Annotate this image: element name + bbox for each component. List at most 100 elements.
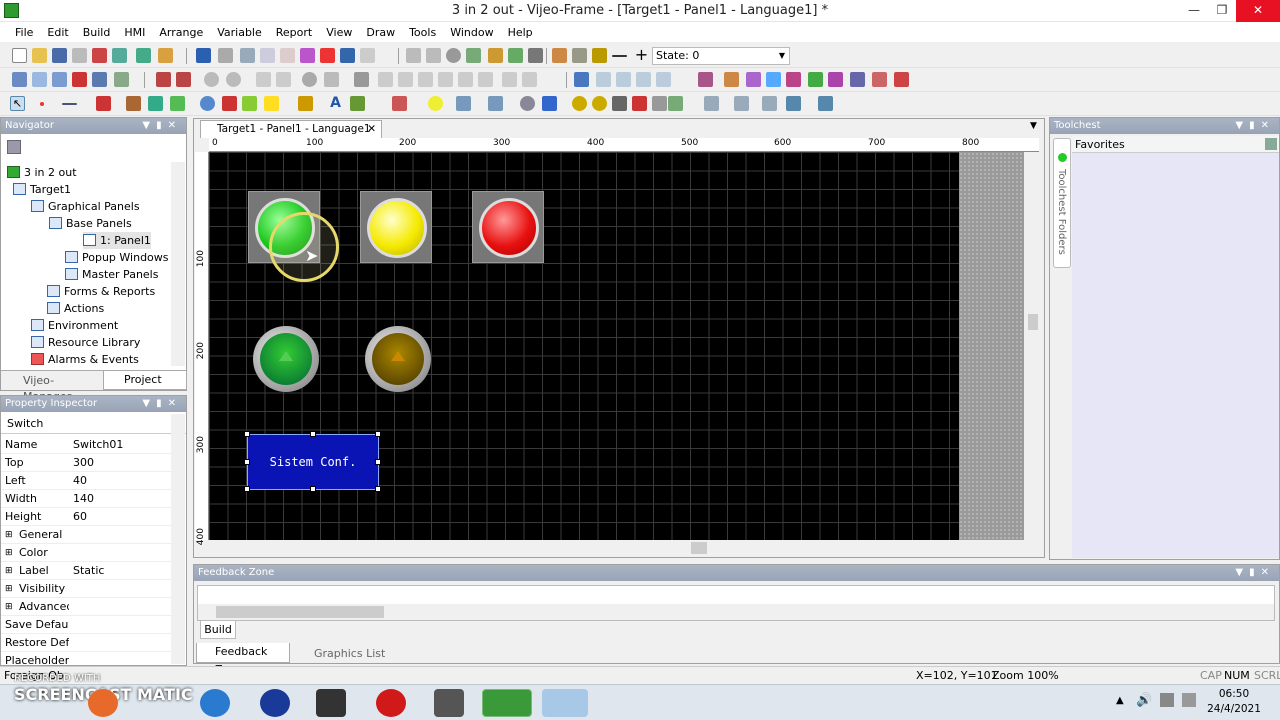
text-icon[interactable]: A (328, 96, 343, 111)
prop-left[interactable]: Left 40 (1, 472, 171, 490)
space-h-icon[interactable] (502, 72, 517, 87)
rotate2-icon[interactable] (226, 72, 241, 87)
tree-target1[interactable]: Target1 (13, 181, 71, 198)
canvas-vscrollbar[interactable] (1025, 152, 1041, 540)
image-icon[interactable] (114, 72, 129, 87)
group-tool-icon[interactable] (704, 96, 719, 111)
align-bottom-icon[interactable] (478, 72, 493, 87)
redo-icon[interactable] (218, 48, 233, 63)
tree-panel1[interactable]: 1: Panel1 (83, 232, 151, 249)
tree-graphical-panels[interactable]: Graphical Panels (31, 198, 140, 215)
size3-icon[interactable] (636, 72, 651, 87)
bar-tool-icon[interactable] (542, 96, 557, 111)
curve-icon[interactable] (148, 96, 163, 111)
fit-icon[interactable] (786, 96, 801, 111)
open-icon[interactable] (32, 48, 47, 63)
vijeo-taskbar-icon[interactable] (482, 689, 532, 717)
panel-controls-icon[interactable]: ▼▮✕ (1235, 118, 1275, 134)
alarm-obj-icon[interactable] (894, 72, 909, 87)
display-tool-icon[interactable] (652, 96, 667, 111)
validate-icon[interactable] (92, 48, 107, 63)
meter-tool-icon[interactable] (520, 96, 535, 111)
stop-icon[interactable] (446, 48, 461, 63)
paste-icon[interactable] (280, 48, 295, 63)
prop-height[interactable]: Height 60 (1, 508, 171, 526)
meter-obj-icon[interactable] (828, 72, 843, 87)
panel-controls-icon[interactable]: ▼▮✕ (142, 396, 182, 412)
grid-icon[interactable] (12, 72, 27, 87)
prop-label[interactable]: Label ⊞ Static (1, 562, 171, 580)
knob-tool-icon[interactable] (592, 96, 607, 111)
pie-icon[interactable] (242, 96, 257, 111)
state-combo[interactable]: State: 0 ▼ (652, 47, 790, 65)
zoom-icon[interactable] (52, 72, 67, 87)
size2-icon[interactable] (616, 72, 631, 87)
refresh-icon[interactable] (466, 48, 481, 63)
delete-icon[interactable] (320, 48, 335, 63)
panel-icon[interactable] (528, 48, 543, 63)
close-tab-icon[interactable]: ✕ (367, 121, 376, 137)
arc-icon[interactable] (222, 96, 237, 111)
nav-toolbar-icon[interactable] (7, 140, 21, 154)
print-icon[interactable] (72, 48, 87, 63)
plus-icon[interactable]: + (634, 47, 649, 63)
trend-tool-icon[interactable] (668, 96, 683, 111)
download-icon[interactable] (158, 48, 173, 63)
align-icon[interactable] (354, 72, 369, 87)
ie-icon[interactable] (200, 689, 230, 717)
feedback-hscrollbar[interactable] (198, 604, 1274, 620)
object-selector[interactable]: Switch (1, 414, 186, 434)
object-icon[interactable] (92, 72, 107, 87)
switch-icon[interactable] (746, 72, 761, 87)
tag-icon[interactable] (724, 72, 739, 87)
menu-view[interactable]: View (319, 26, 359, 39)
tree-forms-reports[interactable]: Forms & Reports (47, 283, 155, 300)
zoom-out-icon[interactable] (762, 96, 777, 111)
layer-up-icon[interactable] (156, 72, 171, 87)
sim-icon[interactable] (508, 48, 523, 63)
copy-obj-icon[interactable] (766, 72, 781, 87)
lamp-red[interactable] (472, 191, 544, 263)
indicator-green[interactable] (253, 326, 319, 392)
group-icon[interactable] (324, 72, 339, 87)
undo-icon[interactable] (196, 48, 211, 63)
window-icon[interactable] (698, 72, 713, 87)
clock-time[interactable]: 06:50 (1206, 688, 1262, 700)
save-icon[interactable] (52, 48, 67, 63)
lamp-obj-icon[interactable] (786, 72, 801, 87)
tab-feedback-zone[interactable]: Feedback Zone (196, 643, 290, 676)
bar-obj-icon[interactable] (850, 72, 865, 87)
size4-icon[interactable] (656, 72, 671, 87)
cut-icon[interactable] (240, 48, 255, 63)
indicator-amber[interactable] (365, 326, 431, 392)
navigator-scrollbar[interactable] (171, 162, 185, 366)
lines-icon[interactable] (298, 96, 313, 111)
flip2-icon[interactable] (276, 72, 291, 87)
dot-icon[interactable] (40, 102, 44, 106)
menu-help[interactable]: Help (501, 26, 540, 39)
build-icon[interactable] (112, 48, 127, 63)
prop-width[interactable]: Width 140 (1, 490, 171, 508)
minus-icon[interactable] (612, 55, 627, 57)
space-v-icon[interactable] (522, 72, 537, 87)
volume-icon[interactable]: 🔊 (1136, 693, 1152, 708)
minimize-icon[interactable]: — (1180, 0, 1208, 22)
menu-file[interactable]: File (8, 26, 40, 39)
picture-icon[interactable] (350, 96, 365, 111)
home-icon[interactable] (488, 48, 503, 63)
screencast-taskbar-icon[interactable] (542, 689, 588, 717)
tree-environment[interactable]: Environment (31, 317, 118, 334)
network-icon[interactable] (1160, 693, 1174, 707)
align-left-icon[interactable] (378, 72, 393, 87)
prop-restore-default[interactable]: Restore Defa (1, 634, 171, 652)
menu-draw[interactable]: Draw (359, 26, 402, 39)
padlock-icon[interactable] (592, 48, 607, 63)
camera-tool-icon[interactable] (612, 96, 627, 111)
menu-arrange[interactable]: Arrange (152, 26, 210, 39)
tree-actions[interactable]: Actions (47, 300, 104, 317)
tab-graphics-list[interactable]: Graphics List (296, 645, 396, 663)
transfer-icon[interactable] (136, 48, 151, 63)
app-icon-2[interactable] (316, 689, 346, 717)
menu-tools[interactable]: Tools (402, 26, 443, 39)
message-tool-icon[interactable] (488, 96, 503, 111)
